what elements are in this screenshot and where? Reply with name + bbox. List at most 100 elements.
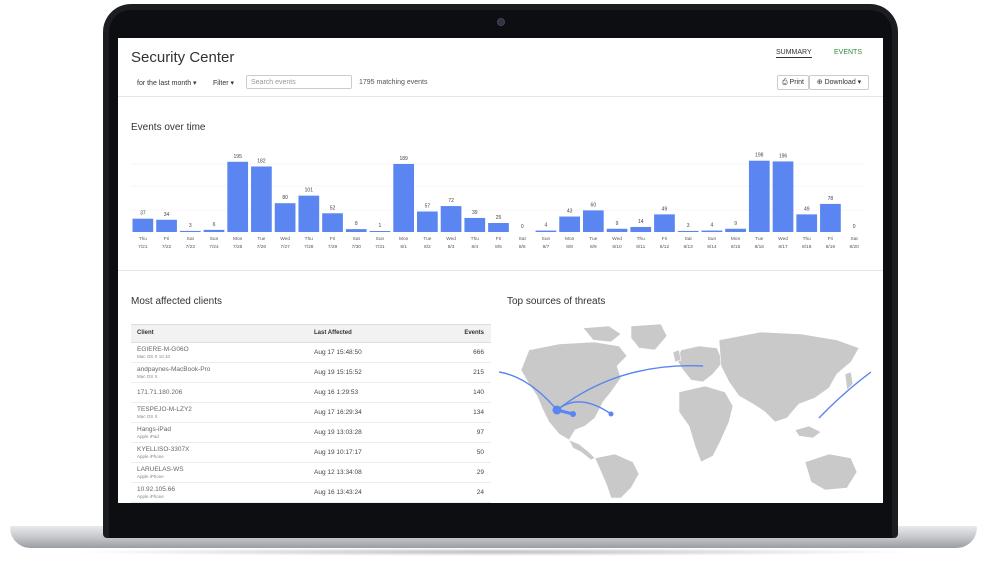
table-row[interactable]: Hangs-iPad Apple iPad Aug 19 13:03:28 97 [131, 423, 491, 443]
table-row[interactable]: 10.92.105.66 Apple iPhone Aug 16 13:43:24 2… [131, 483, 491, 503]
x-tick-day: Fri [330, 236, 336, 242]
x-tick-date: 7/22 [162, 244, 172, 250]
bar[interactable] [701, 230, 723, 232]
bar[interactable] [132, 218, 154, 232]
download-button[interactable]: ⊕ Download ▾ [809, 75, 869, 90]
bar[interactable] [298, 195, 320, 232]
bar[interactable] [725, 228, 746, 232]
bar-value-label: 0 [521, 224, 524, 230]
x-tick-date: 7/31 [375, 244, 385, 250]
bar-value-label: 4 [710, 223, 713, 229]
x-tick-day: Mon [565, 236, 575, 242]
bar[interactable] [488, 223, 509, 232]
client-os: Apple iPad [137, 434, 159, 439]
x-tick-day: Tue [589, 236, 597, 242]
time-range-dropdown[interactable]: for the last month ▾ [137, 79, 197, 87]
table-row[interactable]: KYELLISO-3307X Apple iPhone Aug 19 10:17:1… [131, 443, 491, 463]
bar-value-label: 182 [257, 158, 266, 164]
print-button[interactable]: ⎙ Print [777, 75, 809, 90]
tab-events[interactable]: EVENTS [834, 49, 862, 56]
page-title: Security Center [131, 49, 235, 66]
bar-value-label: 195 [234, 154, 243, 160]
bar[interactable] [393, 163, 415, 232]
bar-value-label: 0 [853, 224, 856, 230]
filter-dropdown[interactable]: Filter ▾ [213, 79, 234, 87]
bar[interactable] [203, 229, 225, 232]
bar[interactable] [820, 203, 841, 232]
search-input[interactable]: Search events [246, 75, 352, 89]
x-tick-day: Thu [139, 236, 148, 242]
divider [118, 270, 883, 271]
x-tick-date: 8/1 [400, 244, 407, 250]
bar[interactable] [796, 214, 818, 232]
x-tick-date: 8/19 [826, 244, 836, 250]
client-name[interactable]: EGIERE-M-G06O [137, 346, 189, 353]
bar[interactable] [535, 230, 557, 232]
bar[interactable] [772, 161, 794, 232]
col-events[interactable]: Events [464, 330, 484, 336]
x-tick-date: 8/3 [448, 244, 455, 250]
bar[interactable] [630, 226, 652, 232]
bar-value-label: 198 [755, 153, 764, 159]
table-row[interactable]: TESPEJO-M-LZY2 Mac OS X Aug 17 16:29:34 134 [131, 403, 491, 423]
table-row[interactable]: andpaynes-MacBook-Pro Mac OS X Aug 19 15:1… [131, 363, 491, 383]
bar[interactable] [369, 231, 391, 232]
bar[interactable] [582, 210, 604, 232]
table-row[interactable]: LARUELAS-WS Apple iPhone Aug 12 13:34:08 29 [131, 463, 491, 483]
bar[interactable] [322, 213, 343, 232]
bar[interactable] [677, 230, 699, 232]
x-tick-date: 7/26 [257, 244, 267, 250]
bar[interactable] [156, 219, 177, 232]
client-name[interactable]: KYELLISO-3307X [137, 446, 189, 453]
bar[interactable] [179, 230, 201, 232]
bar-value-label: 8 [355, 221, 358, 227]
x-tick-day: Sat [187, 236, 195, 242]
x-tick-date: 7/29 [328, 244, 338, 250]
bar[interactable] [654, 214, 675, 232]
client-name[interactable]: TESPEJO-M-LZY2 [137, 406, 192, 413]
bar-value-label: 25 [496, 215, 502, 221]
x-tick-day: Tue [423, 236, 431, 242]
col-client[interactable]: Client [137, 330, 154, 336]
bar-value-label: 6 [213, 222, 216, 228]
x-tick-date: 8/16 [755, 244, 765, 250]
events-chart: 37Thu7/2134Fri7/223Sat7/236Sun7/24195Mon… [131, 153, 866, 250]
threat-source-marker[interactable] [570, 411, 576, 417]
bar-value-label: 60 [591, 202, 597, 208]
event-count: 666 [473, 349, 484, 356]
threat-map [499, 323, 871, 498]
client-name[interactable]: Hangs-iPad [137, 426, 171, 433]
bar[interactable] [417, 211, 438, 232]
table-row[interactable]: 171.71.180.206 Aug 16 1:29:53 140 [131, 383, 491, 403]
bar-value-label: 49 [804, 206, 810, 212]
client-os: Apple iPhone [137, 454, 164, 459]
threat-source-marker[interactable] [552, 405, 562, 415]
threat-source-marker[interactable] [608, 411, 614, 417]
tab-summary[interactable]: SUMMARY [776, 49, 812, 58]
client-name[interactable]: 10.92.105.66 [137, 486, 175, 493]
table-row[interactable]: EGIERE-M-G06O Mac OS X 10.10 Aug 17 15:48:… [131, 343, 491, 363]
bar[interactable] [345, 229, 367, 232]
col-last-affected[interactable]: Last Affected [314, 330, 352, 336]
map-land [520, 323, 860, 498]
bar[interactable] [251, 166, 272, 232]
bar[interactable] [748, 160, 770, 232]
bar[interactable] [606, 228, 628, 232]
x-tick-day: Wed [446, 236, 456, 242]
last-affected-date: Aug 19 15:15:52 [314, 369, 362, 376]
client-name[interactable]: 171.71.180.206 [137, 389, 182, 396]
client-name[interactable]: andpaynes-MacBook-Pro [137, 366, 210, 373]
x-tick-day: Sun [542, 236, 551, 242]
bar-value-label: 52 [330, 205, 336, 211]
x-tick-date: 8/5 [495, 244, 502, 250]
x-tick-day: Thu [637, 236, 646, 242]
bar[interactable] [274, 203, 296, 232]
bar-value-label: 9 [734, 221, 737, 227]
bar[interactable] [464, 217, 486, 232]
client-name[interactable]: LARUELAS-WS [137, 466, 184, 473]
x-tick-date: 7/25 [233, 244, 243, 250]
x-tick-day: Mon [731, 236, 741, 242]
bar[interactable] [440, 206, 462, 232]
bar[interactable] [559, 216, 580, 232]
bar[interactable] [227, 161, 249, 232]
